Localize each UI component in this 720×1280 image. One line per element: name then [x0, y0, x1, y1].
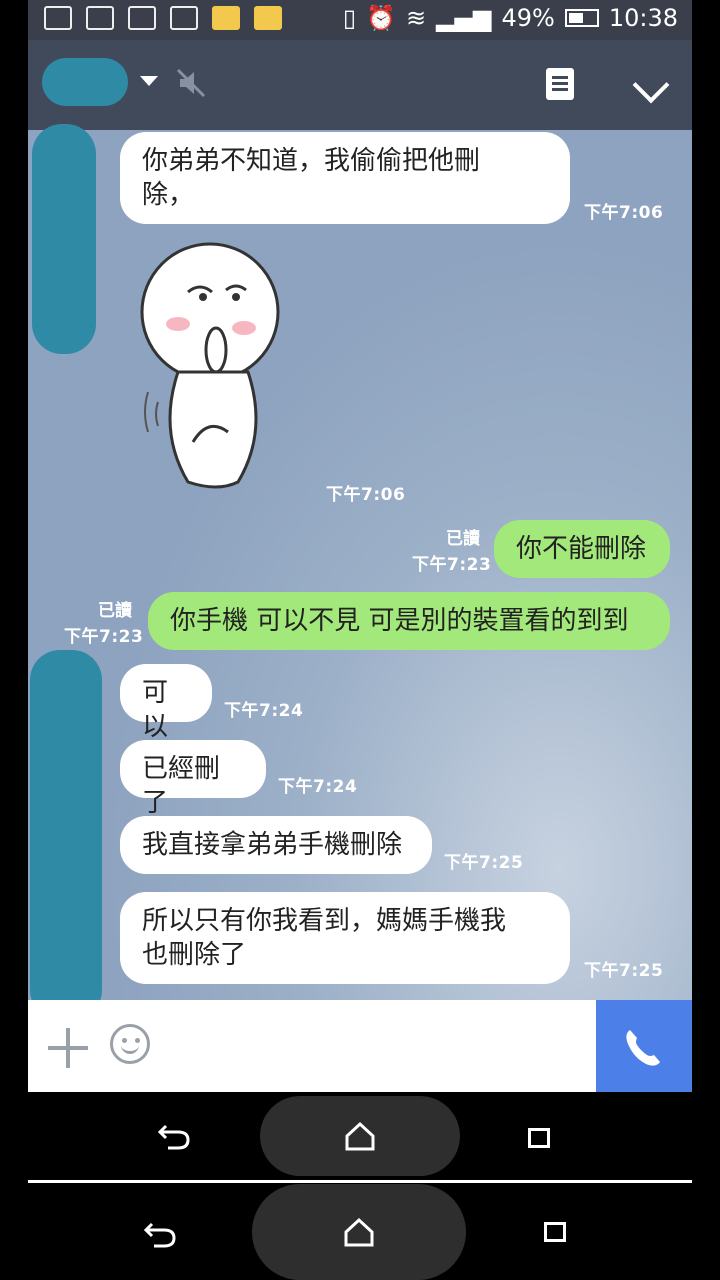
recent-apps-icon[interactable] — [528, 1128, 550, 1148]
message-text: 可以 — [142, 678, 169, 742]
note-icon[interactable] — [546, 68, 574, 100]
message-text: 所以只有你我看到，媽媽手機我 — [142, 906, 507, 936]
message-text: 你手機 可以不見 可是別的裝置看的到到 — [170, 606, 629, 636]
message-text: 除， — [142, 180, 195, 210]
chevron-down-icon[interactable] — [632, 66, 670, 104]
back-icon[interactable] — [142, 1218, 178, 1248]
message-text: 也刪除了 — [142, 940, 247, 970]
clock: 10:38 — [608, 4, 678, 32]
contact-name-redacted[interactable] — [42, 58, 128, 106]
message-time: 下午7:06 — [584, 203, 664, 223]
notification-icon — [128, 6, 156, 30]
message-time: 下午7:25 — [584, 961, 664, 981]
navigation-bar — [28, 1184, 692, 1280]
wifi-icon: ≋ — [406, 4, 427, 32]
back-icon[interactable] — [156, 1120, 192, 1150]
message-bubble-sent[interactable]: 你不能刪除 — [494, 520, 670, 578]
navigation-bar — [28, 1092, 692, 1180]
phone-icon — [626, 1030, 660, 1066]
read-receipt: 已讀 — [446, 529, 480, 549]
battery-icon — [564, 9, 599, 27]
note-icon — [212, 6, 240, 30]
home-icon[interactable] — [343, 1216, 375, 1248]
notification-icon — [170, 6, 198, 30]
message-bubble[interactable]: 我直接拿弟弟手機刪除 — [120, 816, 432, 874]
call-button[interactable] — [596, 1000, 692, 1092]
message-time: 下午7:24 — [278, 777, 358, 797]
message-time: 下午7:06 — [326, 485, 406, 505]
message-text: 你不能刪除 — [516, 534, 647, 564]
emoji-icon[interactable] — [110, 1024, 150, 1064]
message-text: 我直接拿弟弟手機刪除 — [142, 830, 403, 860]
avatar-redacted — [30, 650, 102, 1020]
message-time: 下午7:25 — [444, 853, 524, 873]
recent-apps-icon[interactable] — [544, 1222, 566, 1242]
divider — [28, 1180, 692, 1183]
plus-icon[interactable] — [48, 1028, 88, 1068]
dropdown-caret-icon[interactable] — [140, 76, 158, 86]
message-bubble[interactable]: 所以只有你我看到，媽媽手機我 也刪除了 — [120, 892, 570, 984]
chat-header — [28, 40, 692, 130]
message-bubble[interactable]: 你弟弟不知道，我偷偷把他刪 除， — [120, 132, 570, 224]
notification-icon — [44, 6, 72, 30]
notification-icon — [86, 6, 114, 30]
notification-icons — [44, 6, 282, 30]
home-icon[interactable] — [344, 1120, 376, 1152]
message-time: 下午7:23 — [64, 627, 144, 647]
note-icon — [254, 6, 282, 30]
phone-screen: ▯ ⏰ ≋ ▂▄▆ 49% 10:38 你弟弟不知道，我偷偷把他刪 除， 下午7… — [28, 0, 692, 1180]
alarm-icon: ⏰ — [366, 4, 396, 32]
read-receipt: 已讀 — [98, 601, 132, 621]
avatar-redacted — [32, 124, 96, 354]
signal-icon: ▂▄▆ — [436, 4, 492, 32]
message-text: 你弟弟不知道，我偷偷把他刪 — [142, 146, 481, 176]
message-text: 已經刪了 — [142, 754, 221, 818]
mute-icon — [176, 68, 206, 98]
battery-percent: 49% — [501, 4, 555, 32]
message-bubble-sent[interactable]: 你手機 可以不見 可是別的裝置看的到到 — [148, 592, 670, 650]
message-bubble[interactable]: 可以 — [120, 664, 212, 742]
message-input[interactable] — [172, 1020, 576, 1074]
chat-area[interactable]: 你弟弟不知道，我偷偷把他刪 除， 下午7:06 下午7:06 已讀 下午7:23… — [28, 124, 692, 1020]
status-bar: ▯ ⏰ ≋ ▂▄▆ 49% 10:38 — [28, 0, 692, 40]
status-right: ▯ ⏰ ≋ ▂▄▆ 49% 10:38 — [343, 4, 678, 32]
message-bubble[interactable]: 已經刪了 — [120, 740, 266, 818]
input-bar — [28, 1000, 692, 1092]
message-time: 下午7:24 — [224, 701, 304, 721]
message-time: 下午7:23 — [412, 555, 492, 575]
sticker-image[interactable] — [138, 242, 288, 492]
vibrate-icon: ▯ — [342, 4, 357, 32]
